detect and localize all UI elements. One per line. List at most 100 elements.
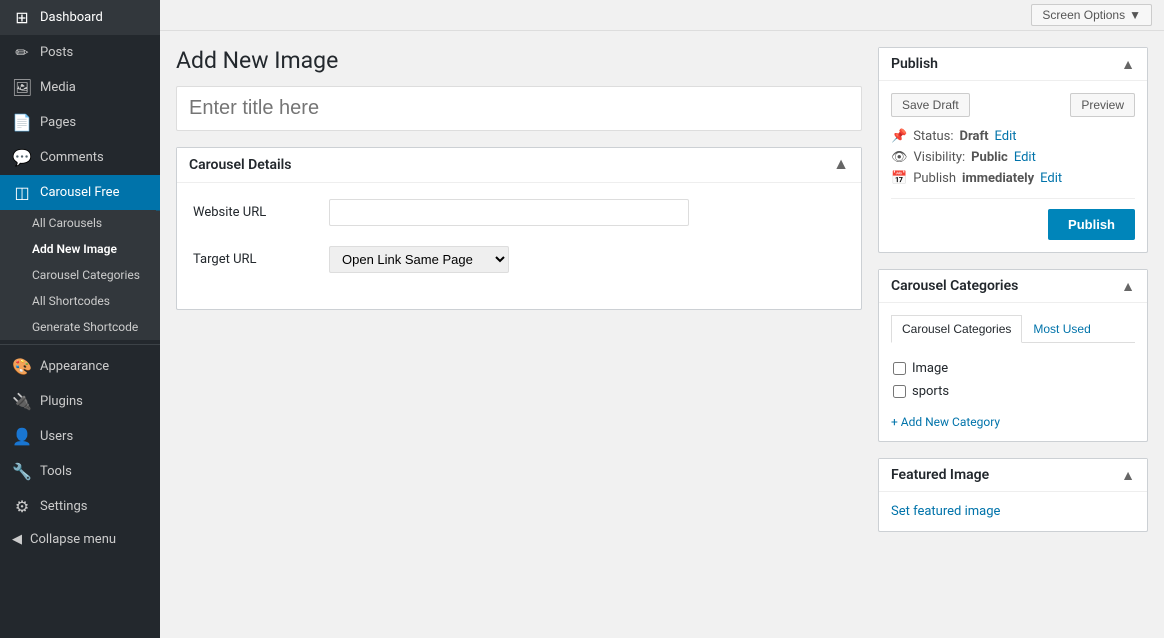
publish-box: Publish ▲ Save Draft Preview 📌 Status: D… — [878, 47, 1148, 253]
chevron-down-icon: ▼ — [1129, 8, 1141, 22]
publish-time-edit-link[interactable]: Edit — [1040, 171, 1062, 186]
sidebar-item-appearance[interactable]: 🎨 Appearance — [0, 349, 160, 384]
topbar: Screen Options ▼ — [160, 0, 1164, 31]
collapse-menu-button[interactable]: ◀ Collapse menu — [0, 524, 160, 555]
website-url-row: Website URL — [193, 199, 845, 226]
sidebar-item-pages[interactable]: 📄 Pages — [0, 105, 160, 140]
users-icon: 👤 — [12, 427, 32, 446]
carousel-details-toggle[interactable]: ▲ — [833, 156, 849, 174]
submenu-add-new-image[interactable]: Add New Image — [0, 236, 160, 262]
publish-button[interactable]: Publish — [1048, 209, 1135, 240]
website-url-input[interactable] — [329, 199, 689, 226]
visibility-value: Public — [971, 150, 1008, 165]
tab-most-used[interactable]: Most Used — [1022, 315, 1101, 342]
sidebar-item-tools[interactable]: 🔧 Tools — [0, 454, 160, 489]
publish-time-label: Publish — [913, 171, 956, 186]
sidebar-item-label: Carousel Free — [40, 185, 119, 200]
sidebar-item-users[interactable]: 👤 Users — [0, 419, 160, 454]
visibility-label: Visibility: — [914, 150, 966, 165]
sidebar-item-label: Plugins — [40, 394, 83, 409]
submenu-all-shortcodes[interactable]: All Shortcodes — [0, 288, 160, 314]
status-edit-link[interactable]: Edit — [995, 129, 1017, 144]
publish-time-row: 📅 Publish immediately Edit — [891, 171, 1135, 186]
right-column: Publish ▲ Save Draft Preview 📌 Status: D… — [878, 47, 1148, 622]
carousel-categories-header: Carousel Categories ▲ — [879, 270, 1147, 303]
category-tabs: Carousel Categories Most Used — [891, 315, 1135, 343]
featured-image-header: Featured Image ▲ — [879, 459, 1147, 492]
category-item-sports: sports — [891, 380, 1135, 403]
save-draft-button[interactable]: Save Draft — [891, 93, 970, 117]
preview-button[interactable]: Preview — [1070, 93, 1135, 117]
carousel-submenu: All Carousels Add New Image Carousel Cat… — [0, 210, 160, 340]
status-value: Draft — [960, 129, 989, 144]
add-new-category-link[interactable]: + Add New Category — [891, 415, 1135, 429]
sidebar-item-settings[interactable]: ⚙ Settings — [0, 489, 160, 524]
calendar-icon: 📅 — [891, 171, 907, 186]
pages-icon: 📄 — [12, 113, 32, 132]
sidebar-item-label: Pages — [40, 115, 76, 130]
tab-all-categories[interactable]: Carousel Categories — [891, 315, 1022, 343]
submenu-carousel-categories[interactable]: Carousel Categories — [0, 262, 160, 288]
website-url-label: Website URL — [193, 205, 313, 220]
category-item-image: Image — [891, 357, 1135, 380]
submenu-generate-shortcode[interactable]: Generate Shortcode — [0, 314, 160, 340]
category-label-image: Image — [912, 361, 948, 376]
carousel-categories-body: Carousel Categories Most Used Image spor… — [879, 303, 1147, 441]
category-list: Image sports — [891, 353, 1135, 407]
collapse-icon: ◀ — [12, 532, 22, 547]
category-checkbox-sports[interactable] — [893, 385, 906, 398]
carousel-categories-toggle[interactable]: ▲ — [1121, 278, 1135, 294]
sidebar: ⊞ Dashboard ✏ Posts 🖼 Media 📄 Pages 💬 Co… — [0, 0, 160, 638]
sidebar-item-plugins[interactable]: 🔌 Plugins — [0, 384, 160, 419]
screen-options-button[interactable]: Screen Options ▼ — [1031, 4, 1152, 26]
plugins-icon: 🔌 — [12, 392, 32, 411]
sidebar-item-label: Settings — [40, 499, 87, 514]
category-label-sports: sports — [912, 384, 949, 399]
sidebar-item-label: Appearance — [40, 359, 109, 374]
sidebar-item-label: Comments — [40, 150, 104, 165]
publish-time-value: immediately — [962, 171, 1034, 186]
publish-top-actions: Save Draft Preview — [891, 93, 1135, 117]
posts-icon: ✏ — [12, 43, 32, 62]
target-url-label: Target URL — [193, 252, 313, 267]
target-url-row: Target URL Open Link Same Page Open Link… — [193, 246, 845, 273]
visibility-edit-link[interactable]: Edit — [1014, 150, 1036, 165]
collapse-menu-label: Collapse menu — [30, 532, 116, 547]
sidebar-item-label: Dashboard — [40, 10, 103, 25]
sidebar-item-posts[interactable]: ✏ Posts — [0, 35, 160, 70]
sidebar-item-label: Media — [40, 80, 76, 95]
status-icon: 📌 — [891, 129, 907, 144]
carousel-details-title: Carousel Details — [189, 157, 291, 173]
featured-image-box: Featured Image ▲ Set featured image — [878, 458, 1148, 532]
carousel-details-header: Carousel Details ▲ — [177, 148, 861, 183]
title-input[interactable] — [176, 86, 862, 131]
main-area: Screen Options ▼ Add New Image Carousel … — [160, 0, 1164, 638]
carousel-details-body: Website URL Target URL Open Link Same Pa… — [177, 183, 861, 309]
submenu-all-carousels[interactable]: All Carousels — [0, 210, 160, 236]
sidebar-item-media[interactable]: 🖼 Media — [0, 70, 160, 105]
carousel-categories-box: Carousel Categories ▲ Carousel Categorie… — [878, 269, 1148, 442]
tools-icon: 🔧 — [12, 462, 32, 481]
publish-box-body: Save Draft Preview 📌 Status: Draft Edit … — [879, 81, 1147, 252]
sidebar-item-label: Posts — [40, 45, 73, 60]
content-area: Add New Image Carousel Details ▲ Website… — [160, 31, 1164, 638]
sidebar-item-comments[interactable]: 💬 Comments — [0, 140, 160, 175]
set-featured-image-link[interactable]: Set featured image — [891, 504, 1000, 519]
screen-options-label: Screen Options — [1042, 8, 1125, 22]
publish-box-toggle[interactable]: ▲ — [1121, 56, 1135, 72]
publish-bottom-actions: Publish — [891, 198, 1135, 240]
featured-image-toggle[interactable]: ▲ — [1121, 467, 1135, 483]
dashboard-icon: ⊞ — [12, 8, 32, 27]
sidebar-item-label: Tools — [40, 464, 72, 479]
carousel-categories-title: Carousel Categories — [891, 278, 1018, 294]
sidebar-item-label: Users — [40, 429, 73, 444]
featured-image-body: Set featured image — [879, 492, 1147, 531]
target-url-select[interactable]: Open Link Same Page Open Link New Page — [329, 246, 509, 273]
main-column: Add New Image Carousel Details ▲ Website… — [176, 47, 862, 622]
carousel-icon: ◫ — [12, 183, 32, 202]
category-checkbox-image[interactable] — [893, 362, 906, 375]
publish-visibility-row: 👁 Visibility: Public Edit — [891, 150, 1135, 165]
sidebar-item-dashboard[interactable]: ⊞ Dashboard — [0, 0, 160, 35]
sidebar-item-carousel-free[interactable]: ◫ Carousel Free — [0, 175, 160, 210]
publish-box-title: Publish — [891, 56, 938, 72]
